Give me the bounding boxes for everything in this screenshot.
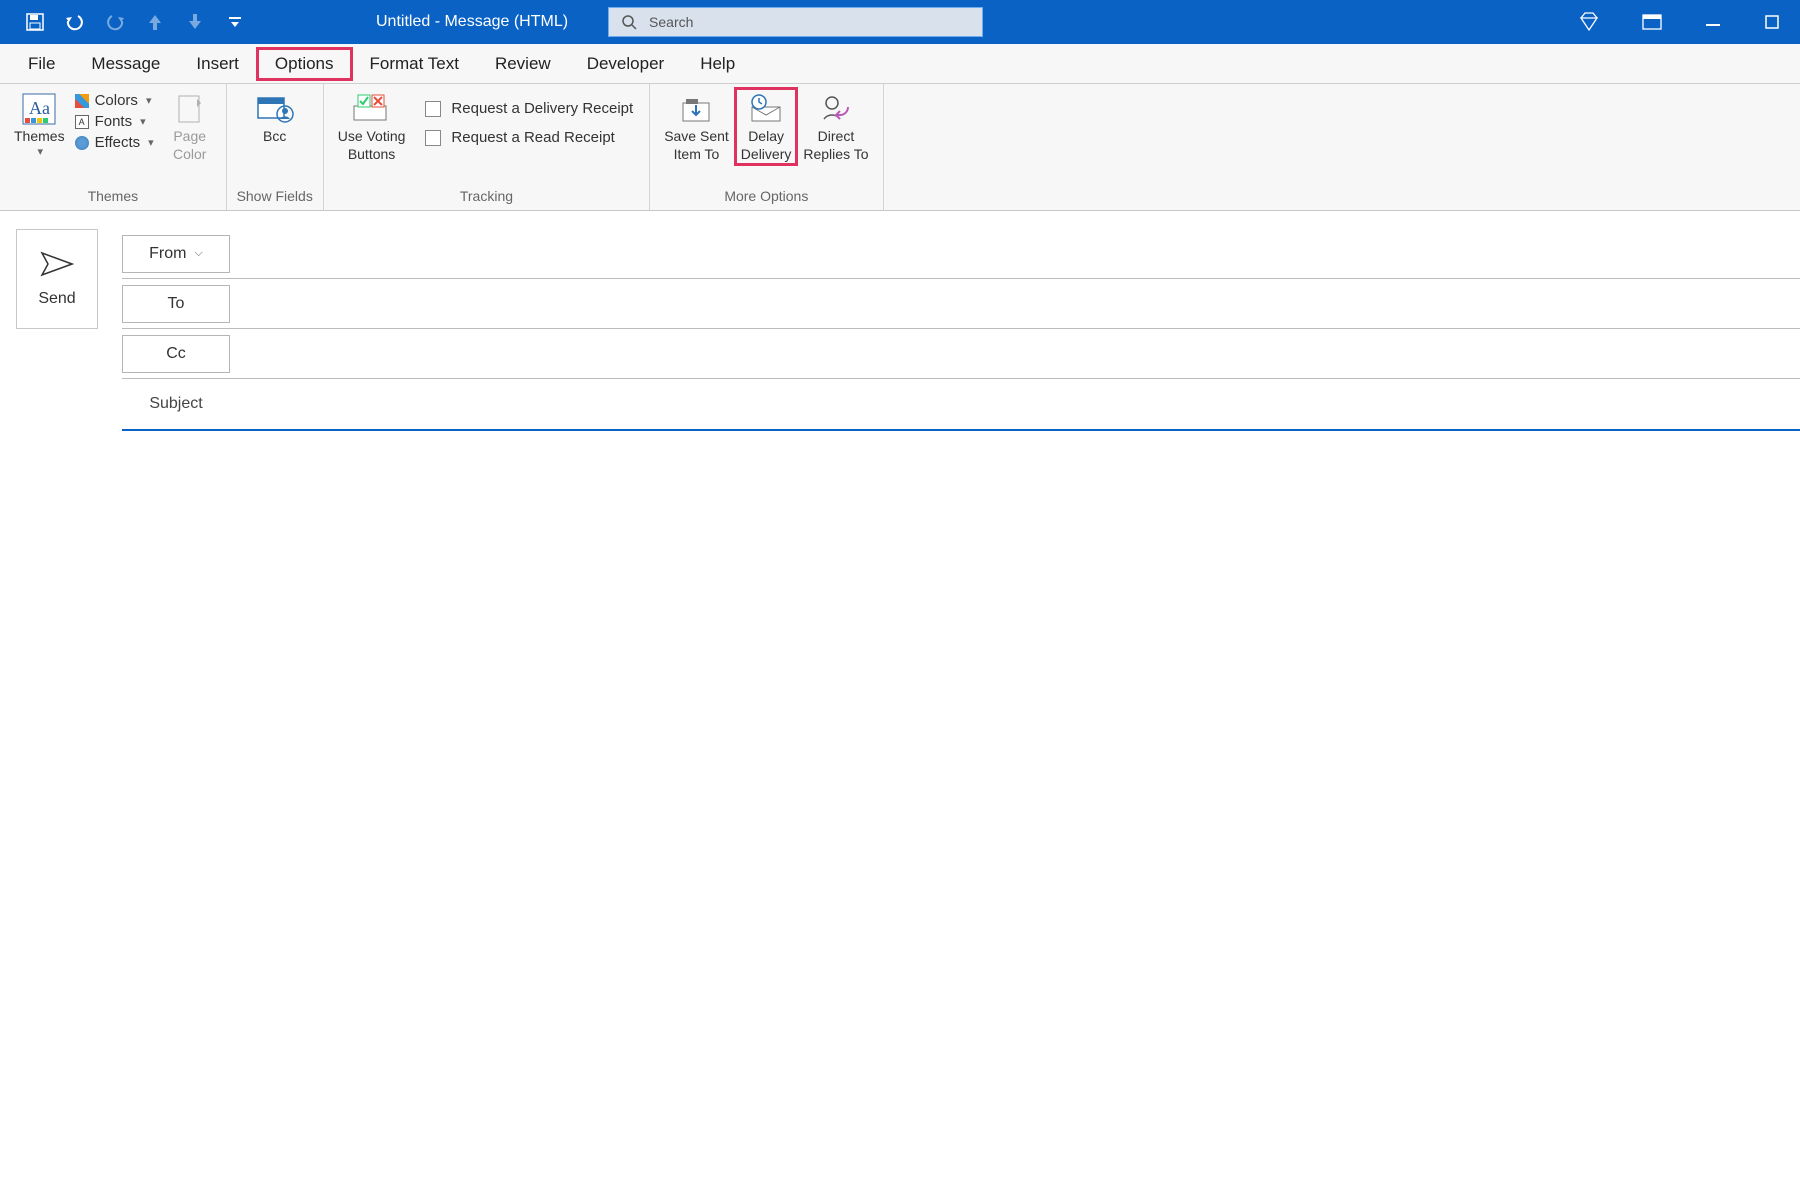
search-box[interactable]: Search <box>608 7 983 37</box>
bcc-label: Bcc <box>263 128 286 146</box>
subject-row: Subject <box>122 379 1800 429</box>
chevron-down-icon: ⌵ <box>194 247 202 260</box>
voting-label: Use Voting Buttons <box>338 128 406 163</box>
effects-button[interactable]: Effects ▾ <box>71 132 158 153</box>
undo-icon[interactable] <box>64 11 86 33</box>
subject-divider <box>122 429 1800 431</box>
tab-format-text[interactable]: Format Text <box>352 48 477 80</box>
save-sent-item-to-button[interactable]: Save Sent Item To <box>658 88 735 165</box>
themes-icon: Aa <box>21 90 57 128</box>
page-color-icon <box>175 90 205 128</box>
delay-delivery-label: Delay Delivery <box>741 128 792 163</box>
up-arrow-icon[interactable] <box>144 11 166 33</box>
fonts-icon: A <box>75 115 89 129</box>
send-button[interactable]: Send <box>16 229 98 329</box>
delivery-receipt-label: Request a Delivery Receipt <box>451 100 633 117</box>
to-row: To <box>122 279 1800 329</box>
qat-customize-icon[interactable] <box>224 11 246 33</box>
use-voting-buttons[interactable]: Use Voting Buttons <box>332 88 412 165</box>
diamond-icon[interactable] <box>1578 12 1600 32</box>
request-delivery-receipt[interactable]: Request a Delivery Receipt <box>417 94 641 123</box>
search-placeholder: Search <box>649 14 693 30</box>
tab-help[interactable]: Help <box>682 48 753 80</box>
themes-label: Themes <box>14 128 65 146</box>
from-label: From <box>149 245 186 263</box>
direct-replies-label: Direct Replies To <box>803 128 868 163</box>
ribbon-display-icon[interactable] <box>1642 14 1662 30</box>
direct-replies-icon <box>818 90 854 128</box>
to-button[interactable]: To <box>122 285 230 323</box>
fonts-label: Fonts <box>95 113 133 130</box>
send-icon <box>40 251 74 282</box>
from-button[interactable]: From ⌵ <box>122 235 230 273</box>
chevron-down-icon: ▾ <box>148 136 154 149</box>
group-more-options: Save Sent Item To Delay Delivery Direct … <box>650 84 883 210</box>
cc-label: Cc <box>166 345 186 363</box>
checkbox-icon <box>425 130 441 146</box>
themes-button[interactable]: Aa Themes ▾ <box>8 88 71 161</box>
request-read-receipt[interactable]: Request a Read Receipt <box>417 123 641 152</box>
colors-icon <box>75 94 89 108</box>
chevron-down-icon: ▾ <box>38 146 44 160</box>
tab-file[interactable]: File <box>10 48 73 80</box>
bcc-icon <box>255 90 295 128</box>
compose-area: Send From ⌵ To Cc Subject <box>0 211 1800 431</box>
tab-developer[interactable]: Developer <box>569 48 683 80</box>
colors-button[interactable]: Colors ▾ <box>71 90 158 111</box>
effects-icon <box>75 136 89 150</box>
voting-icon <box>350 90 394 128</box>
window-title: Untitled - Message (HTML) <box>376 13 568 31</box>
fonts-button[interactable]: A Fonts ▾ <box>71 111 158 132</box>
colors-label: Colors <box>95 92 138 109</box>
save-sent-icon <box>678 90 714 128</box>
tab-insert[interactable]: Insert <box>178 48 257 80</box>
group-tracking: Use Voting Buttons Request a Delivery Re… <box>324 84 650 210</box>
ribbon-tabs: File Message Insert Options Format Text … <box>0 44 1800 84</box>
checkbox-icon <box>425 101 441 117</box>
delay-delivery-button[interactable]: Delay Delivery <box>735 88 798 165</box>
subject-label: Subject <box>122 395 230 413</box>
chevron-down-icon: ▾ <box>146 94 152 107</box>
page-color-label: Page Color <box>173 128 206 163</box>
bcc-button[interactable]: Bcc <box>235 88 315 148</box>
send-label: Send <box>38 290 75 308</box>
cc-button[interactable]: Cc <box>122 335 230 373</box>
save-icon[interactable] <box>24 11 46 33</box>
effects-label: Effects <box>95 134 141 151</box>
to-label: To <box>168 295 185 313</box>
maximize-icon[interactable] <box>1764 14 1780 30</box>
cc-row: Cc <box>122 329 1800 379</box>
chevron-down-icon: ▾ <box>140 115 146 128</box>
group-themes: Aa Themes ▾ Colors ▾ A Fonts ▾ Eff <box>0 84 227 210</box>
titlebar-right <box>1578 12 1780 32</box>
group-label-themes: Themes <box>0 188 226 210</box>
group-show-fields: Bcc Show Fields <box>227 84 324 210</box>
down-arrow-icon[interactable] <box>184 11 206 33</box>
ribbon: Aa Themes ▾ Colors ▾ A Fonts ▾ Eff <box>0 84 1800 211</box>
group-label-tracking: Tracking <box>324 188 649 210</box>
group-label-more-options: More Options <box>650 188 882 210</box>
from-row: From ⌵ <box>122 229 1800 279</box>
minimize-icon[interactable] <box>1704 13 1722 31</box>
quick-access-toolbar <box>24 11 246 33</box>
search-icon <box>621 14 637 30</box>
delay-delivery-icon <box>748 90 784 128</box>
tab-review[interactable]: Review <box>477 48 569 80</box>
direct-replies-to-button[interactable]: Direct Replies To <box>797 88 874 165</box>
page-color-button[interactable]: Page Color <box>162 88 218 165</box>
tab-options[interactable]: Options <box>257 48 352 80</box>
svg-text:Aa: Aa <box>29 98 50 118</box>
read-receipt-label: Request a Read Receipt <box>451 129 614 146</box>
title-bar: Untitled - Message (HTML) Search <box>0 0 1800 44</box>
group-label-show-fields: Show Fields <box>227 188 323 210</box>
tab-message[interactable]: Message <box>73 48 178 80</box>
save-sent-label: Save Sent Item To <box>664 128 729 163</box>
redo-icon[interactable] <box>104 11 126 33</box>
